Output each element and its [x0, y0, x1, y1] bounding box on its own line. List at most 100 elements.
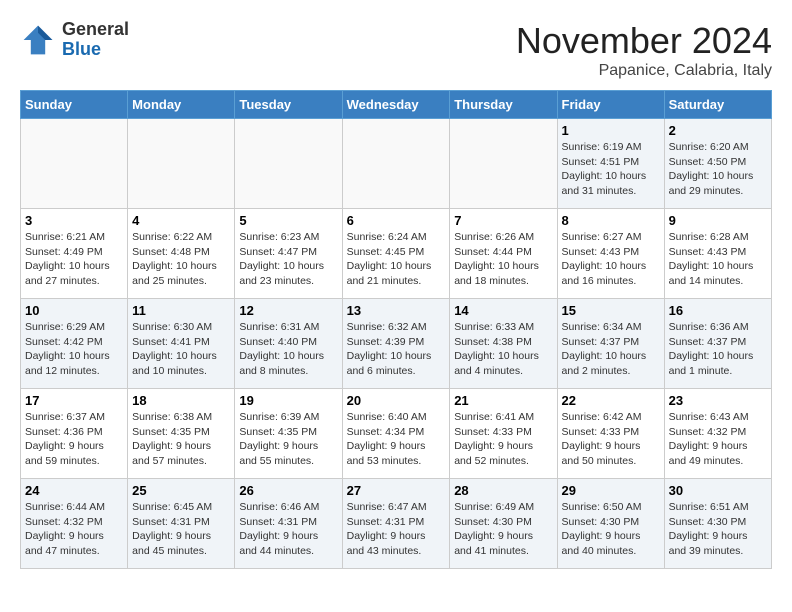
day-detail: Sunrise: 6:26 AM Sunset: 4:44 PM Dayligh… — [454, 230, 552, 289]
calendar-cell: 20 Sunrise: 6:40 AM Sunset: 4:34 PM Dayli… — [342, 389, 450, 479]
day-number: 11 — [132, 303, 230, 318]
calendar-cell: 14 Sunrise: 6:33 AM Sunset: 4:38 PM Dayli… — [450, 299, 557, 389]
calendar-cell: 2 Sunrise: 6:20 AM Sunset: 4:50 PM Daylig… — [664, 119, 771, 209]
calendar-cell: 8 Sunrise: 6:27 AM Sunset: 4:43 PM Daylig… — [557, 209, 664, 299]
calendar-cell: 16 Sunrise: 6:36 AM Sunset: 4:37 PM Dayli… — [664, 299, 771, 389]
day-detail: Sunrise: 6:51 AM Sunset: 4:30 PM Dayligh… — [669, 500, 767, 559]
day-detail: Sunrise: 6:37 AM Sunset: 4:36 PM Dayligh… — [25, 410, 123, 469]
calendar-cell: 9 Sunrise: 6:28 AM Sunset: 4:43 PM Daylig… — [664, 209, 771, 299]
page-header: General Blue November 2024 Papanice, Cal… — [20, 20, 772, 80]
calendar-cell: 6 Sunrise: 6:24 AM Sunset: 4:45 PM Daylig… — [342, 209, 450, 299]
day-detail: Sunrise: 6:31 AM Sunset: 4:40 PM Dayligh… — [239, 320, 337, 379]
day-number: 30 — [669, 483, 767, 498]
logo-text: General Blue — [62, 20, 129, 60]
day-number: 22 — [562, 393, 660, 408]
calendar-table: SundayMondayTuesdayWednesdayThursdayFrid… — [20, 90, 772, 569]
calendar-cell: 10 Sunrise: 6:29 AM Sunset: 4:42 PM Dayli… — [21, 299, 128, 389]
day-detail: Sunrise: 6:46 AM Sunset: 4:31 PM Dayligh… — [239, 500, 337, 559]
day-number: 9 — [669, 213, 767, 228]
day-detail: Sunrise: 6:32 AM Sunset: 4:39 PM Dayligh… — [347, 320, 446, 379]
day-detail: Sunrise: 6:36 AM Sunset: 4:37 PM Dayligh… — [669, 320, 767, 379]
day-number: 10 — [25, 303, 123, 318]
day-detail: Sunrise: 6:33 AM Sunset: 4:38 PM Dayligh… — [454, 320, 552, 379]
calendar-cell: 25 Sunrise: 6:45 AM Sunset: 4:31 PM Dayli… — [128, 479, 235, 569]
logo: General Blue — [20, 20, 129, 60]
calendar-cell: 21Sunrise: 6:41 AM Sunset: 4:33 PM Dayli… — [450, 389, 557, 479]
location-subtitle: Papanice, Calabria, Italy — [516, 62, 772, 80]
calendar-cell — [342, 119, 450, 209]
calendar-week-row: 24Sunrise: 6:44 AM Sunset: 4:32 PM Dayli… — [21, 479, 772, 569]
calendar-cell: 22 Sunrise: 6:42 AM Sunset: 4:33 PM Dayli… — [557, 389, 664, 479]
day-number: 17 — [25, 393, 123, 408]
month-title: November 2024 — [516, 20, 772, 62]
day-number: 15 — [562, 303, 660, 318]
day-number: 8 — [562, 213, 660, 228]
day-detail: Sunrise: 6:28 AM Sunset: 4:43 PM Dayligh… — [669, 230, 767, 289]
day-detail: Sunrise: 6:24 AM Sunset: 4:45 PM Dayligh… — [347, 230, 446, 289]
calendar-cell: 3 Sunrise: 6:21 AM Sunset: 4:49 PM Daylig… — [21, 209, 128, 299]
day-number: 18 — [132, 393, 230, 408]
calendar-week-row: 10 Sunrise: 6:29 AM Sunset: 4:42 PM Dayli… — [21, 299, 772, 389]
calendar-cell: 28Sunrise: 6:49 AM Sunset: 4:30 PM Dayli… — [450, 479, 557, 569]
day-number: 3 — [25, 213, 123, 228]
calendar-cell: 15 Sunrise: 6:34 AM Sunset: 4:37 PM Dayli… — [557, 299, 664, 389]
day-detail: Sunrise: 6:42 AM Sunset: 4:33 PM Dayligh… — [562, 410, 660, 469]
day-number: 14 — [454, 303, 552, 318]
day-number: 21 — [454, 393, 552, 408]
day-detail: Sunrise: 6:22 AM Sunset: 4:48 PM Dayligh… — [132, 230, 230, 289]
calendar-cell: 30 Sunrise: 6:51 AM Sunset: 4:30 PM Dayli… — [664, 479, 771, 569]
day-number: 5 — [239, 213, 337, 228]
day-detail: Sunrise: 6:47 AM Sunset: 4:31 PM Dayligh… — [347, 500, 446, 559]
day-number: 20 — [347, 393, 446, 408]
day-detail: Sunrise: 6:29 AM Sunset: 4:42 PM Dayligh… — [25, 320, 123, 379]
day-number: 28 — [454, 483, 552, 498]
day-detail: Sunrise: 6:19 AM Sunset: 4:51 PM Dayligh… — [562, 140, 660, 199]
calendar-cell: 19Sunrise: 6:39 AM Sunset: 4:35 PM Dayli… — [235, 389, 342, 479]
calendar-week-row: 3 Sunrise: 6:21 AM Sunset: 4:49 PM Daylig… — [21, 209, 772, 299]
calendar-cell: 5 Sunrise: 6:23 AM Sunset: 4:47 PM Daylig… — [235, 209, 342, 299]
day-number: 27 — [347, 483, 446, 498]
calendar-cell: 13 Sunrise: 6:32 AM Sunset: 4:39 PM Dayli… — [342, 299, 450, 389]
day-number: 4 — [132, 213, 230, 228]
day-detail: Sunrise: 6:38 AM Sunset: 4:35 PM Dayligh… — [132, 410, 230, 469]
calendar-cell: 26 Sunrise: 6:46 AM Sunset: 4:31 PM Dayli… — [235, 479, 342, 569]
column-header-friday: Friday — [557, 91, 664, 119]
day-detail: Sunrise: 6:23 AM Sunset: 4:47 PM Dayligh… — [239, 230, 337, 289]
day-detail: Sunrise: 6:34 AM Sunset: 4:37 PM Dayligh… — [562, 320, 660, 379]
day-number: 7 — [454, 213, 552, 228]
day-detail: Sunrise: 6:45 AM Sunset: 4:31 PM Dayligh… — [132, 500, 230, 559]
calendar-cell: 12Sunrise: 6:31 AM Sunset: 4:40 PM Dayli… — [235, 299, 342, 389]
title-block: November 2024 Papanice, Calabria, Italy — [516, 20, 772, 80]
day-detail: Sunrise: 6:40 AM Sunset: 4:34 PM Dayligh… — [347, 410, 446, 469]
day-number: 6 — [347, 213, 446, 228]
day-number: 16 — [669, 303, 767, 318]
day-detail: Sunrise: 6:50 AM Sunset: 4:30 PM Dayligh… — [562, 500, 660, 559]
calendar-cell — [235, 119, 342, 209]
day-number: 13 — [347, 303, 446, 318]
column-header-sunday: Sunday — [21, 91, 128, 119]
calendar-cell: 24Sunrise: 6:44 AM Sunset: 4:32 PM Dayli… — [21, 479, 128, 569]
calendar-cell: 18 Sunrise: 6:38 AM Sunset: 4:35 PM Dayli… — [128, 389, 235, 479]
day-number: 1 — [562, 123, 660, 138]
day-number: 26 — [239, 483, 337, 498]
calendar-cell: 27 Sunrise: 6:47 AM Sunset: 4:31 PM Dayli… — [342, 479, 450, 569]
calendar-cell: 23 Sunrise: 6:43 AM Sunset: 4:32 PM Dayli… — [664, 389, 771, 479]
calendar-cell — [128, 119, 235, 209]
calendar-cell: 29 Sunrise: 6:50 AM Sunset: 4:30 PM Dayli… — [557, 479, 664, 569]
day-detail: Sunrise: 6:44 AM Sunset: 4:32 PM Dayligh… — [25, 500, 123, 559]
day-detail: Sunrise: 6:27 AM Sunset: 4:43 PM Dayligh… — [562, 230, 660, 289]
calendar-cell: 11Sunrise: 6:30 AM Sunset: 4:41 PM Dayli… — [128, 299, 235, 389]
calendar-cell: 7 Sunrise: 6:26 AM Sunset: 4:44 PM Daylig… — [450, 209, 557, 299]
day-number: 23 — [669, 393, 767, 408]
day-number: 2 — [669, 123, 767, 138]
day-detail: Sunrise: 6:20 AM Sunset: 4:50 PM Dayligh… — [669, 140, 767, 199]
calendar-cell: 17 Sunrise: 6:37 AM Sunset: 4:36 PM Dayli… — [21, 389, 128, 479]
day-number: 25 — [132, 483, 230, 498]
column-header-tuesday: Tuesday — [235, 91, 342, 119]
day-detail: Sunrise: 6:21 AM Sunset: 4:49 PM Dayligh… — [25, 230, 123, 289]
calendar-cell: 1 Sunrise: 6:19 AM Sunset: 4:51 PM Daylig… — [557, 119, 664, 209]
day-number: 29 — [562, 483, 660, 498]
day-detail: Sunrise: 6:43 AM Sunset: 4:32 PM Dayligh… — [669, 410, 767, 469]
logo-icon — [20, 22, 56, 58]
column-header-monday: Monday — [128, 91, 235, 119]
